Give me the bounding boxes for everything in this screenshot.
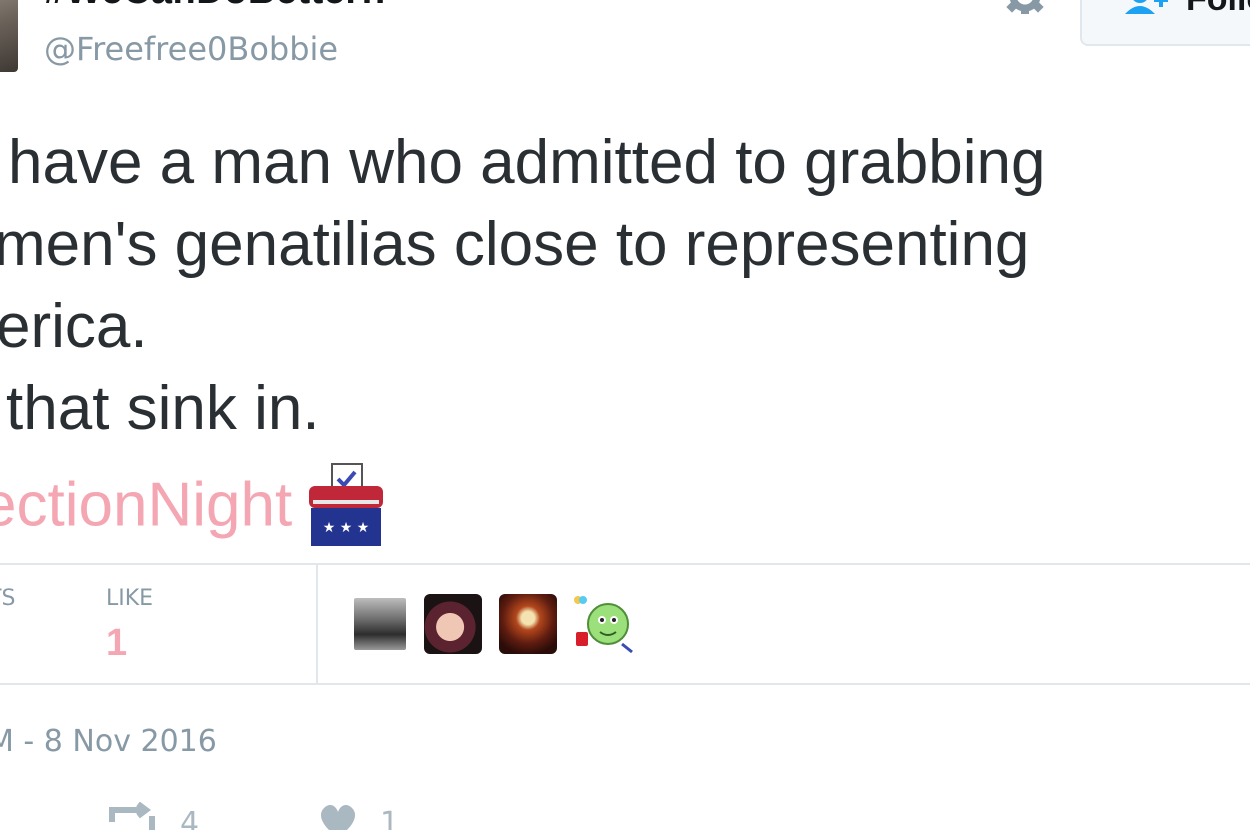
heart-icon[interactable] [316,802,360,830]
more-icon[interactable] [514,816,570,830]
hashtag-row: ectionNight ★ ★ ★ [0,462,387,546]
retweet-count: 4 [180,806,200,830]
cartoon-avatar-icon [574,596,633,654]
tweet-text-line: men's genatilias close to representing [0,210,1030,279]
stats-divider-bottom [0,683,1250,685]
liker-avatar[interactable] [354,598,406,650]
likes-stat-label[interactable]: LIKE [106,586,153,611]
follow-button-label: Follow [1186,0,1250,19]
liker-avatar[interactable] [499,594,557,654]
gear-icon[interactable] [998,0,1052,26]
liker-avatar[interactable] [424,594,482,654]
ballot-box-icon: ★ ★ ★ [309,463,384,546]
tweet-text-line: erica. [0,292,148,361]
likes-stat-value[interactable]: 1 [106,622,127,665]
retweet-icon[interactable] [104,802,160,830]
tweet-timestamp[interactable]: M - 8 Nov 2016 [0,724,217,759]
liker-avatar[interactable] [572,594,636,654]
author-display-name[interactable]: #WeCanDoBetter!! [44,0,387,13]
tweet-text-line: that sink in. [6,374,320,443]
author-handle[interactable]: @Freefree0Bobbie [44,30,338,68]
stats-divider-top [0,563,1250,565]
tweet-page: #WeCanDoBetter!! @Freefree0Bobbie Follow… [0,0,1250,830]
retweets-stat-label[interactable]: TS [0,586,15,611]
tweet-text-line: have a man who admitted to grabbing [8,128,1046,197]
like-count: 1 [380,806,400,830]
svg-text:★ ★ ★: ★ ★ ★ [323,520,370,536]
follow-button[interactable]: Follow [1080,0,1250,46]
author-avatar[interactable] [0,0,18,72]
add-user-icon [1125,0,1168,14]
stats-vertical-divider [316,565,318,683]
hashtag-link[interactable]: ectionNight [0,471,292,540]
